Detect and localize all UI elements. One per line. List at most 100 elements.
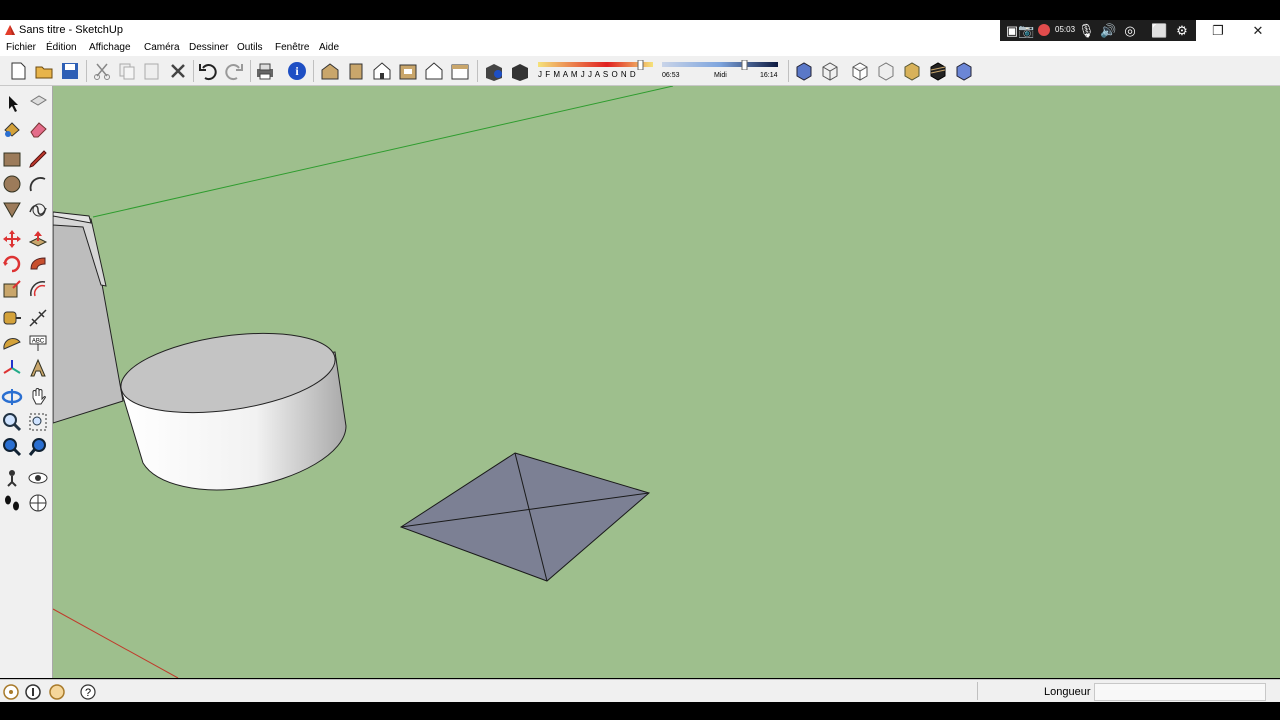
undo-icon[interactable] xyxy=(197,60,219,82)
arc-icon[interactable] xyxy=(27,173,49,195)
paint-bucket-icon[interactable] xyxy=(1,118,23,140)
redo-icon[interactable] xyxy=(223,60,245,82)
fullscreen-icon[interactable]: ⬜ xyxy=(1151,23,1167,39)
menu-aide[interactable]: Aide xyxy=(319,42,339,53)
display-shadows-icon[interactable] xyxy=(509,60,531,82)
follow-me-icon[interactable] xyxy=(27,253,49,275)
geo-location-icon[interactable] xyxy=(3,684,19,700)
model-info-icon[interactable]: i xyxy=(286,60,308,82)
zoom-icon[interactable] xyxy=(1,411,23,433)
offset-icon[interactable] xyxy=(27,278,49,300)
date-slider[interactable] xyxy=(538,60,658,70)
time-mid-label: Midi xyxy=(714,72,727,79)
shaded-icon[interactable] xyxy=(875,60,897,82)
green-axis xyxy=(92,86,674,218)
print-icon[interactable] xyxy=(254,60,276,82)
zoom-window-icon[interactable] xyxy=(27,411,49,433)
paste-icon[interactable] xyxy=(141,60,163,82)
box-shape[interactable] xyxy=(53,211,124,424)
svg-text:ABC: ABC xyxy=(32,339,45,345)
orbit-icon[interactable] xyxy=(1,386,23,408)
top-view-icon[interactable] xyxy=(345,60,367,82)
select-arrow-icon[interactable] xyxy=(1,92,23,114)
record-icon[interactable] xyxy=(1036,23,1052,39)
scale-icon[interactable] xyxy=(1,278,23,300)
close-button[interactable]: ✕ xyxy=(1238,20,1278,41)
time-slider[interactable] xyxy=(662,60,780,70)
menu-affichage[interactable]: Affichage xyxy=(89,42,131,53)
menu-outils[interactable]: Outils xyxy=(237,42,263,53)
dimension-icon[interactable] xyxy=(27,307,49,329)
new-file-icon[interactable] xyxy=(7,60,29,82)
left-view-icon[interactable] xyxy=(449,60,471,82)
menu-bar: Fichier Édition Affichage Caméra Dessine… xyxy=(0,41,1280,56)
modeling-viewport[interactable] xyxy=(53,86,1280,678)
section-plane-icon[interactable] xyxy=(27,492,49,514)
freehand-icon[interactable] xyxy=(27,198,49,220)
menu-fichier[interactable]: Fichier xyxy=(6,42,36,53)
back-view-icon[interactable] xyxy=(423,60,445,82)
polygon-icon[interactable] xyxy=(1,198,23,220)
delete-icon[interactable] xyxy=(167,60,189,82)
look-around-icon[interactable] xyxy=(27,467,49,489)
shadow-settings-icon[interactable] xyxy=(483,60,505,82)
time-start-label: 06:53 xyxy=(662,72,680,79)
measurements-input[interactable] xyxy=(1094,683,1266,701)
xray-icon[interactable] xyxy=(793,60,815,82)
eraser-icon[interactable] xyxy=(27,118,49,140)
user-icon[interactable] xyxy=(49,684,65,700)
circle-icon[interactable] xyxy=(1,173,23,195)
rectangle-icon[interactable] xyxy=(1,148,23,170)
rotate-icon[interactable] xyxy=(1,253,23,275)
hidden-line-icon[interactable] xyxy=(849,60,871,82)
webcam-icon[interactable]: ◎ xyxy=(1122,23,1138,39)
left-tool-palette: ABC xyxy=(0,86,53,678)
settings-icon[interactable]: ⚙ xyxy=(1174,23,1190,39)
walk-icon[interactable] xyxy=(1,492,23,514)
screen-recorder-bar: ▣ 📷 05:03 🎙 🔊 ◎ ⬜ ⚙ xyxy=(1000,20,1196,41)
menu-fenetre[interactable]: Fenêtre xyxy=(275,42,309,53)
menu-dessiner[interactable]: Dessiner xyxy=(189,42,228,53)
3d-text-icon[interactable] xyxy=(27,357,49,379)
tape-measure-icon[interactable] xyxy=(1,307,23,329)
wireframe-icon[interactable] xyxy=(819,60,841,82)
speaker-icon[interactable]: 🔊 xyxy=(1100,23,1116,39)
open-folder-icon[interactable] xyxy=(33,60,55,82)
pencil-line-icon[interactable] xyxy=(27,148,49,170)
style-icon[interactable] xyxy=(953,60,975,82)
cut-icon[interactable] xyxy=(91,60,113,82)
monochrome-icon[interactable] xyxy=(927,60,949,82)
menu-camera[interactable]: Caméra xyxy=(144,42,180,53)
red-axis xyxy=(53,608,179,678)
camera-icon[interactable]: 📷 xyxy=(1018,23,1034,39)
right-view-icon[interactable] xyxy=(397,60,419,82)
restore-button[interactable]: ❐ xyxy=(1198,20,1238,41)
cylinder-shape[interactable] xyxy=(116,321,347,491)
square-face-shape[interactable] xyxy=(399,452,651,582)
main-toolbar: i J F M A M J J A S O N D 06:53 Midi 16:… xyxy=(0,56,1280,86)
pan-hand-icon[interactable] xyxy=(27,386,49,408)
previous-view-icon[interactable] xyxy=(27,436,49,458)
shaded-textures-icon[interactable] xyxy=(901,60,923,82)
save-icon[interactable] xyxy=(59,60,81,82)
make-component-icon[interactable] xyxy=(27,92,49,114)
push-pull-icon[interactable] xyxy=(27,228,49,250)
status-bar: ? Longueur xyxy=(0,679,1280,703)
move-icon[interactable] xyxy=(1,228,23,250)
microphone-icon[interactable]: 🎙 xyxy=(1078,23,1095,39)
credits-icon[interactable] xyxy=(25,684,41,700)
iso-view-icon[interactable] xyxy=(319,60,341,82)
protractor-icon[interactable] xyxy=(1,332,23,354)
help-icon[interactable]: ? xyxy=(80,684,96,700)
menu-edition[interactable]: Édition xyxy=(46,42,77,53)
text-label-icon[interactable]: ABC xyxy=(27,332,49,354)
position-camera-icon[interactable] xyxy=(1,467,23,489)
axes-icon[interactable] xyxy=(1,357,23,379)
zoom-extents-icon[interactable] xyxy=(1,436,23,458)
copy-icon[interactable] xyxy=(116,60,138,82)
window-title: Sans titre - SketchUp xyxy=(19,24,123,36)
front-view-icon[interactable] xyxy=(371,60,393,82)
recording-time: 05:03 xyxy=(1055,25,1076,34)
model-canvas[interactable] xyxy=(53,86,1280,678)
month-labels: J F M A M J J A S O N D xyxy=(538,70,637,79)
